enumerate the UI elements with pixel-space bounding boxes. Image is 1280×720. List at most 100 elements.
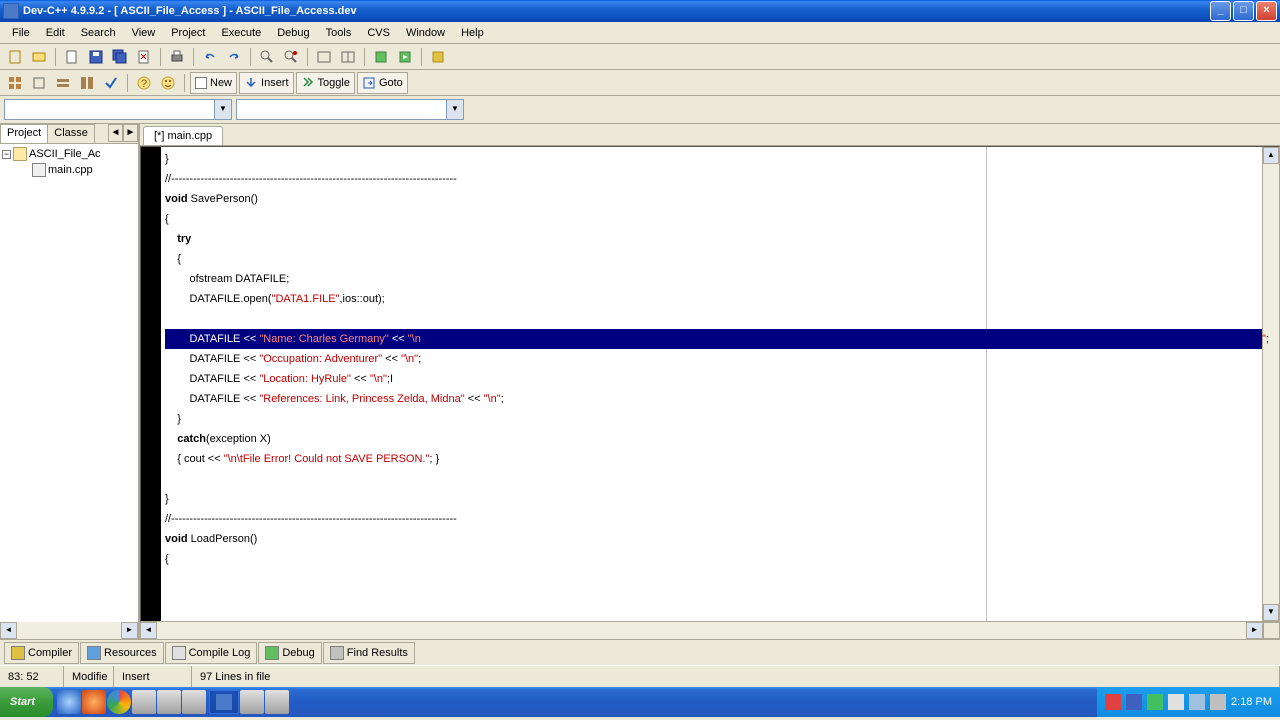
grid-icon-4[interactable]	[76, 72, 98, 94]
print-icon[interactable]	[166, 46, 188, 68]
sidebar: Project Classe ◄ ► − ASCII_File_Ac main.…	[0, 124, 140, 622]
tray-icon-2[interactable]	[1126, 694, 1142, 710]
run-icon[interactable]	[394, 46, 416, 68]
insert-button[interactable]: Insert	[239, 72, 294, 94]
project-tree[interactable]: − ASCII_File_Ac main.cpp	[0, 144, 138, 622]
close-file-icon[interactable]	[133, 46, 155, 68]
tray-icon-3[interactable]	[1147, 694, 1163, 710]
menu-search[interactable]: Search	[73, 24, 124, 42]
new-checkbox[interactable]	[195, 77, 207, 89]
new-button[interactable]: New	[190, 72, 237, 94]
quicklaunch-icon-2[interactable]	[157, 690, 181, 714]
toggle-arrow-icon	[301, 76, 315, 90]
firefox-icon[interactable]	[82, 690, 106, 714]
gutter	[141, 147, 161, 621]
sidebar-hscroll-left[interactable]: ◄	[0, 622, 17, 639]
menu-help[interactable]: Help	[453, 24, 492, 42]
save-icon[interactable]	[85, 46, 107, 68]
tree-collapse-icon[interactable]: −	[2, 150, 11, 159]
chevron-down-icon[interactable]: ▼	[446, 100, 463, 119]
editor-hscroll-right[interactable]: ►	[1246, 622, 1263, 639]
toolbar-btn-2[interactable]	[28, 46, 50, 68]
tab-find-results[interactable]: Find Results	[323, 642, 415, 664]
sidebar-hscroll-track[interactable]	[17, 622, 121, 639]
tab-compiler[interactable]: Compiler	[4, 642, 79, 664]
tab-scroll-left[interactable]: ◄	[108, 124, 123, 142]
volume-icon[interactable]	[1210, 694, 1226, 710]
rebuild-icon[interactable]	[427, 46, 449, 68]
menu-window[interactable]: Window	[398, 24, 453, 42]
menu-cvs[interactable]: CVS	[359, 24, 398, 42]
tray-icon-1[interactable]	[1105, 694, 1121, 710]
quicklaunch-icon-5[interactable]	[265, 690, 289, 714]
toolbar-btn-14[interactable]	[337, 46, 359, 68]
check-icon[interactable]	[100, 72, 122, 94]
scroll-track[interactable]	[1263, 164, 1279, 604]
vertical-scrollbar[interactable]: ▲ ▼	[1262, 147, 1279, 621]
sidebar-tab-classes[interactable]: Classe	[47, 124, 95, 143]
tab-compile-log[interactable]: Compile Log	[165, 642, 258, 664]
toolbar-btn-13[interactable]	[313, 46, 335, 68]
tray-icon-4[interactable]	[1168, 694, 1184, 710]
editor-hscroll-left[interactable]: ◄	[140, 622, 157, 639]
menu-edit[interactable]: Edit	[38, 24, 73, 42]
sidebar-tab-project[interactable]: Project	[0, 124, 48, 143]
chrome-icon[interactable]	[107, 690, 131, 714]
function-combo[interactable]: ▼	[236, 99, 464, 120]
editor-area: [*] main.cpp } //-----------------------…	[140, 124, 1280, 622]
ie-icon[interactable]	[57, 690, 81, 714]
menu-file[interactable]: File	[4, 24, 38, 42]
menu-execute[interactable]: Execute	[213, 24, 269, 42]
find-icon[interactable]	[256, 46, 278, 68]
chevron-down-icon[interactable]: ▼	[214, 100, 231, 119]
start-button[interactable]: Start	[0, 687, 53, 717]
tree-file-item[interactable]: main.cpp	[2, 162, 136, 178]
sidebar-hscroll-right[interactable]: ►	[121, 622, 138, 639]
goto-button[interactable]: Goto	[357, 72, 408, 94]
redo-icon[interactable]	[223, 46, 245, 68]
close-button[interactable]: ×	[1256, 1, 1277, 21]
clock[interactable]: 2:18 PM	[1231, 696, 1272, 708]
goto-label: Goto	[379, 77, 403, 89]
minimize-button[interactable]: _	[1210, 1, 1231, 21]
quicklaunch-icon-3[interactable]	[182, 690, 206, 714]
code-editor[interactable]: } //------------------------------------…	[140, 146, 1280, 622]
quicklaunch-icon-1[interactable]	[132, 690, 156, 714]
help-icon[interactable]: ?	[133, 72, 155, 94]
toolbar-btn-1[interactable]	[4, 46, 26, 68]
print-margin	[986, 147, 987, 621]
scroll-down-arrow[interactable]: ▼	[1263, 604, 1279, 621]
network-icon[interactable]	[1189, 694, 1205, 710]
tab-debug[interactable]: Debug	[258, 642, 321, 664]
grid-icon-3[interactable]	[52, 72, 74, 94]
editor-hscroll-track[interactable]	[157, 622, 1246, 639]
tab-scroll-right[interactable]: ►	[123, 124, 138, 142]
undo-icon[interactable]	[199, 46, 221, 68]
status-modified: Modifie	[64, 666, 114, 687]
about-icon[interactable]	[157, 72, 179, 94]
menu-debug[interactable]: Debug	[269, 24, 317, 42]
menu-view[interactable]: View	[124, 24, 164, 42]
window-title: Dev-C++ 4.9.9.2 - [ ASCII_File_Access ] …	[23, 5, 1210, 17]
scroll-up-arrow[interactable]: ▲	[1263, 147, 1279, 164]
new-file-icon[interactable]	[61, 46, 83, 68]
taskbar-item-devcpp[interactable]	[209, 690, 239, 714]
code-content[interactable]: } //------------------------------------…	[161, 147, 1262, 621]
quicklaunch-icon-4[interactable]	[240, 690, 264, 714]
system-tray[interactable]: 2:18 PM	[1097, 687, 1280, 717]
debug-icon	[265, 646, 279, 660]
tab-resources[interactable]: Resources	[80, 642, 164, 664]
status-lines: 97 Lines in file	[192, 666, 1280, 687]
save-all-icon[interactable]	[109, 46, 131, 68]
compile-icon[interactable]	[370, 46, 392, 68]
editor-tab-main[interactable]: [*] main.cpp	[143, 126, 223, 145]
grid-icon-1[interactable]	[4, 72, 26, 94]
class-combo[interactable]: ▼	[4, 99, 232, 120]
maximize-button[interactable]: □	[1233, 1, 1254, 21]
toggle-button[interactable]: Toggle	[296, 72, 355, 94]
menu-tools[interactable]: Tools	[318, 24, 360, 42]
tree-root[interactable]: − ASCII_File_Ac	[2, 146, 136, 162]
menu-project[interactable]: Project	[163, 24, 213, 42]
replace-icon[interactable]	[280, 46, 302, 68]
grid-icon-2[interactable]	[28, 72, 50, 94]
